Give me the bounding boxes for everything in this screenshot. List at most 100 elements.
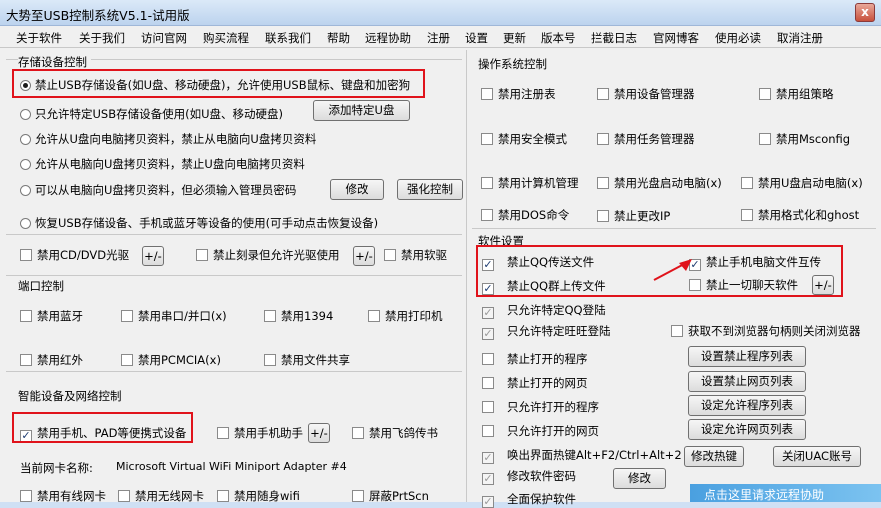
feige-checkbox[interactable]: 禁用飞鸽传书 [352,425,438,441]
checkbox-icon[interactable]: ✓ [482,328,494,340]
checkbox-icon[interactable] [481,209,493,221]
add-specific-usb-button[interactable]: 添加特定U盘 [313,100,410,121]
qq-file-checkbox[interactable]: ✓ 禁止QQ传送文件 [482,254,594,271]
checkbox-icon[interactable] [264,354,276,366]
usb-option-read-only[interactable]: 允许从U盘向电脑拷贝资料，禁止从电脑向U盘拷贝资料 [20,131,316,147]
menu-purchase[interactable]: 购买流程 [203,30,249,46]
checkbox-icon[interactable] [741,209,753,221]
checkbox-icon[interactable] [597,88,609,100]
compmgmt-checkbox[interactable]: 禁用计算机管理 [481,175,579,191]
usb-option-specific[interactable]: 只允许特定USB存储设备使用(如U盘、移动硬盘) [20,106,283,122]
devmgr-checkbox[interactable]: 禁用设备管理器 [597,86,695,102]
disable-uac-button[interactable]: 关闭UAC账号 [773,446,861,467]
checkbox-icon[interactable]: ✓ [482,473,494,485]
qq-group-upload-checkbox[interactable]: ✓ 禁止QQ群上传文件 [482,278,606,295]
msconfig-checkbox[interactable]: 禁用Msconfig [759,131,850,147]
checkbox-icon[interactable] [481,88,493,100]
checkbox-icon[interactable] [482,401,494,413]
pcmcia-checkbox[interactable]: 禁用PCMCIA(x) [121,352,221,368]
serial-port-checkbox[interactable]: 禁用串口/并口(x) [121,308,227,324]
close-button[interactable]: x [855,3,875,22]
cd-dvd-checkbox[interactable]: 禁用CD/DVD光驱 [20,247,129,263]
checkbox-icon[interactable] [671,325,683,337]
printer-checkbox[interactable]: 禁用打印机 [368,308,443,324]
modify-password-button[interactable]: 修改 [613,468,666,489]
cd-boot-checkbox[interactable]: 禁用光盘启动电脑(x) [597,175,722,191]
checkbox-icon[interactable]: ✓ [482,452,494,464]
protect-software-checkbox[interactable]: ✓ 全面保护软件 [482,491,576,508]
checkbox-icon[interactable] [597,133,609,145]
checkbox-icon[interactable] [217,427,229,439]
radio-icon[interactable] [20,134,31,145]
browser-handle-checkbox[interactable]: 获取不到浏览器句柄则关闭浏览器 [671,323,861,339]
modify-button[interactable]: 修改 [330,179,384,200]
checkbox-icon[interactable] [121,310,133,322]
checkbox-icon[interactable] [482,425,494,437]
modify-password-checkbox[interactable]: ✓ 修改软件密码 [482,468,576,485]
chat-plus-minus-button[interactable]: +/- [812,275,834,295]
checkbox-icon[interactable] [196,249,208,261]
floppy-checkbox[interactable]: 禁用软驱 [384,247,447,263]
phone-pc-transfer-checkbox[interactable]: ✓ 禁止手机电脑文件互传 [689,254,821,271]
checkbox-icon[interactable] [759,88,771,100]
checkbox-icon[interactable] [368,310,380,322]
checkbox-icon[interactable] [20,354,32,366]
checkbox-icon[interactable] [20,490,32,502]
format-ghost-checkbox[interactable]: 禁用格式化和ghost [741,207,859,223]
file-share-checkbox[interactable]: 禁用文件共享 [264,352,350,368]
chat-software-checkbox[interactable]: 禁止一切聊天软件 [689,277,798,293]
usb-option-password[interactable]: 可以从电脑向U盘拷贝资料，但必须输入管理员密码 [20,182,296,198]
wangwang-login-checkbox[interactable]: ✓ 只允许特定旺旺登陆 [482,323,611,340]
checkbox-icon[interactable]: ✓ [482,496,494,508]
phone-assistant-checkbox[interactable]: 禁用手机助手 [217,425,303,441]
regedit-checkbox[interactable]: 禁用注册表 [481,86,556,102]
cd-plus-minus-button[interactable]: +/- [142,246,164,266]
menu-remote-assist[interactable]: 远程协助 [365,30,411,46]
checkbox-icon[interactable] [481,177,493,189]
menu-update[interactable]: 更新 [503,30,526,46]
checkbox-icon[interactable] [481,133,493,145]
radio-icon[interactable] [20,185,31,196]
checkbox-icon[interactable] [121,354,133,366]
menu-version[interactable]: 版本号 [541,30,576,46]
assistant-plus-minus-button[interactable]: +/- [308,423,330,443]
menu-block-log[interactable]: 拦截日志 [591,30,637,46]
menu-website[interactable]: 访问官网 [141,30,187,46]
hotkey-checkbox[interactable]: ✓ 唤出界面热键Alt+F2/Ctrl+Alt+2 [482,447,682,464]
burn-block-checkbox[interactable]: 禁止刻录但允许光驱使用 [196,247,340,263]
allow-webpage-checkbox[interactable]: 只允许打开的网页 [482,423,599,439]
checkbox-icon[interactable] [689,279,701,291]
dos-checkbox[interactable]: 禁用DOS命令 [481,207,569,223]
set-allow-program-list-button[interactable]: 设定允许程序列表 [688,395,806,416]
qq-login-checkbox[interactable]: ✓ 只允许特定QQ登陆 [482,302,606,319]
menu-about-us[interactable]: 关于我们 [79,30,125,46]
checkbox-icon[interactable]: ✓ [482,259,494,271]
set-allow-webpage-list-button[interactable]: 设定允许网页列表 [688,419,806,440]
radio-icon[interactable] [20,159,31,170]
menu-settings[interactable]: 设置 [465,30,488,46]
checkbox-icon[interactable] [741,177,753,189]
checkbox-icon[interactable] [20,310,32,322]
checkbox-icon[interactable] [759,133,771,145]
remote-assist-banner[interactable]: 点击这里请求远程协助 [690,484,881,502]
checkbox-icon[interactable] [597,210,609,222]
change-ip-checkbox[interactable]: 禁止更改IP [597,208,670,224]
checkbox-icon[interactable]: ✓ [482,283,494,295]
set-block-program-list-button[interactable]: 设置禁止程序列表 [688,346,806,367]
menu-unregister[interactable]: 取消注册 [777,30,823,46]
radio-icon[interactable] [20,218,31,229]
taskmgr-checkbox[interactable]: 禁用任务管理器 [597,131,695,147]
menu-about-software[interactable]: 关于软件 [16,30,62,46]
checkbox-icon[interactable] [264,310,276,322]
checkbox-icon[interactable] [352,427,364,439]
block-webpage-checkbox[interactable]: 禁止打开的网页 [482,375,588,391]
checkbox-icon[interactable] [597,177,609,189]
radio-icon[interactable] [20,109,31,120]
bluetooth-checkbox[interactable]: 禁用蓝牙 [20,308,83,324]
infrared-checkbox[interactable]: 禁用红外 [20,352,83,368]
set-block-webpage-list-button[interactable]: 设置禁止网页列表 [688,371,806,392]
modify-hotkey-button[interactable]: 修改热键 [684,446,744,467]
safemode-checkbox[interactable]: 禁用安全模式 [481,131,567,147]
usb-option-restore[interactable]: 恢复USB存储设备、手机或蓝牙等设备的使用(可手动点击恢复设备) [20,215,378,231]
checkbox-icon[interactable]: ✓ [482,307,494,319]
